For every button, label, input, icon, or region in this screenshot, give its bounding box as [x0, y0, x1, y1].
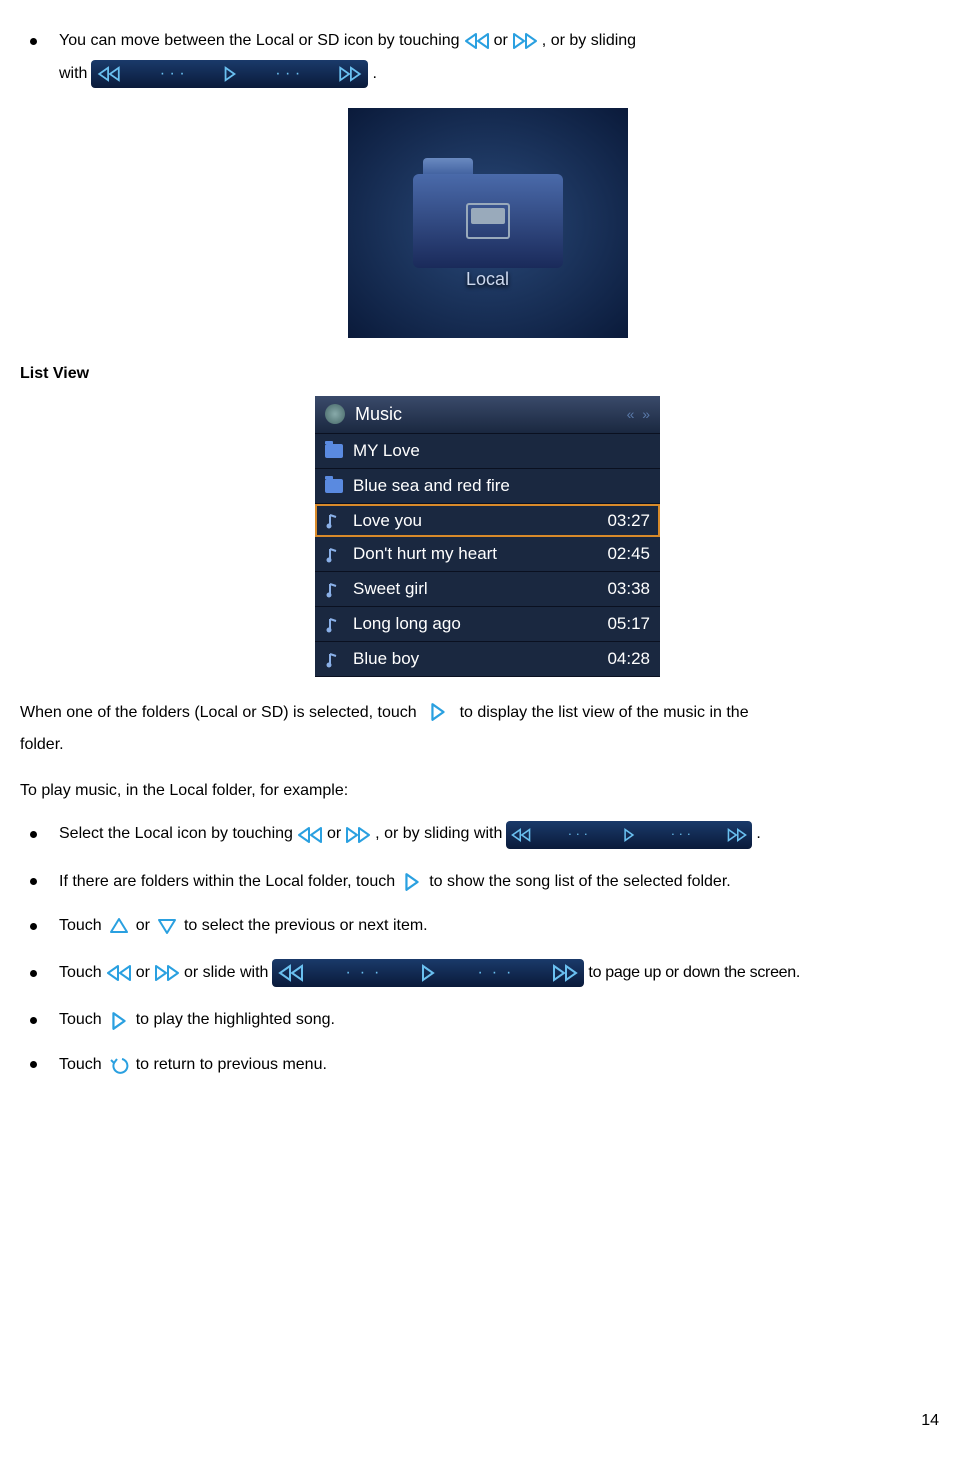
text: to page up or down the screen. [588, 962, 800, 984]
text: Touch [59, 962, 102, 984]
list-item: Don't hurt my heart 02:45 [315, 537, 660, 572]
bullet-marker [30, 831, 37, 838]
fast-forward-icon [154, 963, 180, 983]
local-folder-icon: Local [413, 158, 563, 288]
text: or [136, 962, 150, 984]
bullet-item: If there are folders within the Local fo… [20, 871, 955, 893]
up-triangle-icon [106, 916, 132, 936]
music-list-header: Music « » [315, 396, 660, 434]
music-note-icon [325, 617, 343, 631]
bullet-item: Touch or to select the previous or next … [20, 915, 955, 937]
item-duration: 05:17 [607, 612, 650, 636]
folder-icon [325, 479, 343, 493]
bullet-item: Touch or or slide with · · · · · · to pa… [20, 959, 955, 987]
return-icon [106, 1055, 132, 1075]
music-list-screenshot: Music « » MY Love Blue sea and red fire Lo… [315, 396, 660, 677]
bullet-marker [30, 878, 37, 885]
folder-label: Local [413, 267, 563, 292]
text: . [372, 63, 376, 85]
list-item: Blue boy 04:28 [315, 642, 660, 677]
play-icon [425, 702, 451, 722]
text: or [136, 915, 150, 937]
text: to display the list view of the music in… [460, 704, 749, 721]
nav-arrows-icon: « » [627, 405, 650, 425]
paragraph: To play music, in the Local folder, for … [20, 775, 955, 807]
text: or [327, 823, 341, 845]
music-note-icon [325, 652, 343, 666]
item-duration: 03:38 [607, 577, 650, 601]
rewind-icon [464, 31, 490, 51]
fast-forward-icon [512, 31, 538, 51]
bullet-marker [30, 970, 37, 977]
text: When one of the folders (Local or SD) is… [20, 704, 417, 721]
bullet-marker [30, 1017, 37, 1024]
bullet-marker [30, 923, 37, 930]
text: or slide with [184, 962, 268, 984]
rewind-icon [106, 963, 132, 983]
text: . [756, 823, 760, 845]
header-title: Music [355, 402, 402, 427]
item-duration: 02:45 [607, 542, 650, 566]
bullet-item: Select the Local icon by touching or , o… [20, 821, 955, 849]
text: , or by sliding [542, 30, 636, 52]
speaker-icon [325, 404, 345, 424]
down-triangle-icon [154, 916, 180, 936]
text: Touch [59, 1054, 102, 1076]
slider-bar-icon: · · · · · · [91, 60, 368, 88]
bullet-marker [30, 38, 37, 45]
item-name: Long long ago [353, 612, 461, 636]
text: If there are folders within the Local fo… [59, 871, 395, 893]
item-name: Sweet girl [353, 577, 428, 601]
list-item: Love you 03:27 [315, 504, 660, 538]
text: Touch [59, 915, 102, 937]
slider-bar-icon: · · · · · · [272, 959, 584, 987]
text: or [494, 30, 508, 52]
bullet-marker [30, 1061, 37, 1068]
list-item: Blue sea and red fire [315, 469, 660, 504]
bullet-continuation: with · · · · · · . [59, 60, 955, 88]
play-icon [399, 872, 425, 892]
item-name: MY Love [353, 439, 420, 463]
item-name: Love you [353, 509, 422, 533]
folder-view-screenshot: Local [348, 108, 628, 338]
text: to return to previous menu. [136, 1054, 327, 1076]
text: with [59, 63, 87, 85]
text: , or by sliding with [375, 823, 502, 845]
text: Touch [59, 1009, 102, 1031]
text: to select the previous or next item. [184, 915, 428, 937]
list-item: Sweet girl 03:38 [315, 572, 660, 607]
rewind-icon [297, 825, 323, 845]
fast-forward-icon [345, 825, 371, 845]
list-item: Long long ago 05:17 [315, 607, 660, 642]
text: to play the highlighted song. [136, 1009, 335, 1031]
bullet-item: You can move between the Local or SD ico… [20, 30, 955, 52]
music-note-icon [325, 582, 343, 596]
list-item: MY Love [315, 434, 660, 469]
text: You can move between the Local or SD ico… [59, 30, 460, 52]
text: folder. [20, 736, 64, 753]
folder-icon [325, 444, 343, 458]
bullet-item: Touch to play the highlighted song. [20, 1009, 955, 1031]
item-duration: 03:27 [607, 509, 650, 533]
item-name: Blue boy [353, 647, 419, 671]
text: to show the song list of the selected fo… [429, 871, 731, 893]
play-icon [106, 1011, 132, 1031]
item-name: Blue sea and red fire [353, 474, 510, 498]
page-number: 14 [921, 1410, 939, 1432]
bullet-item: Touch to return to previous menu. [20, 1054, 955, 1076]
music-note-icon [325, 547, 343, 561]
slider-bar-icon: · · · · · · [506, 821, 752, 849]
item-name: Don't hurt my heart [353, 542, 497, 566]
list-view-heading: List View [20, 363, 955, 385]
item-duration: 04:28 [607, 647, 650, 671]
paragraph: When one of the folders (Local or SD) is… [20, 697, 955, 761]
text: Select the Local icon by touching [59, 823, 293, 845]
music-note-icon [325, 513, 343, 527]
